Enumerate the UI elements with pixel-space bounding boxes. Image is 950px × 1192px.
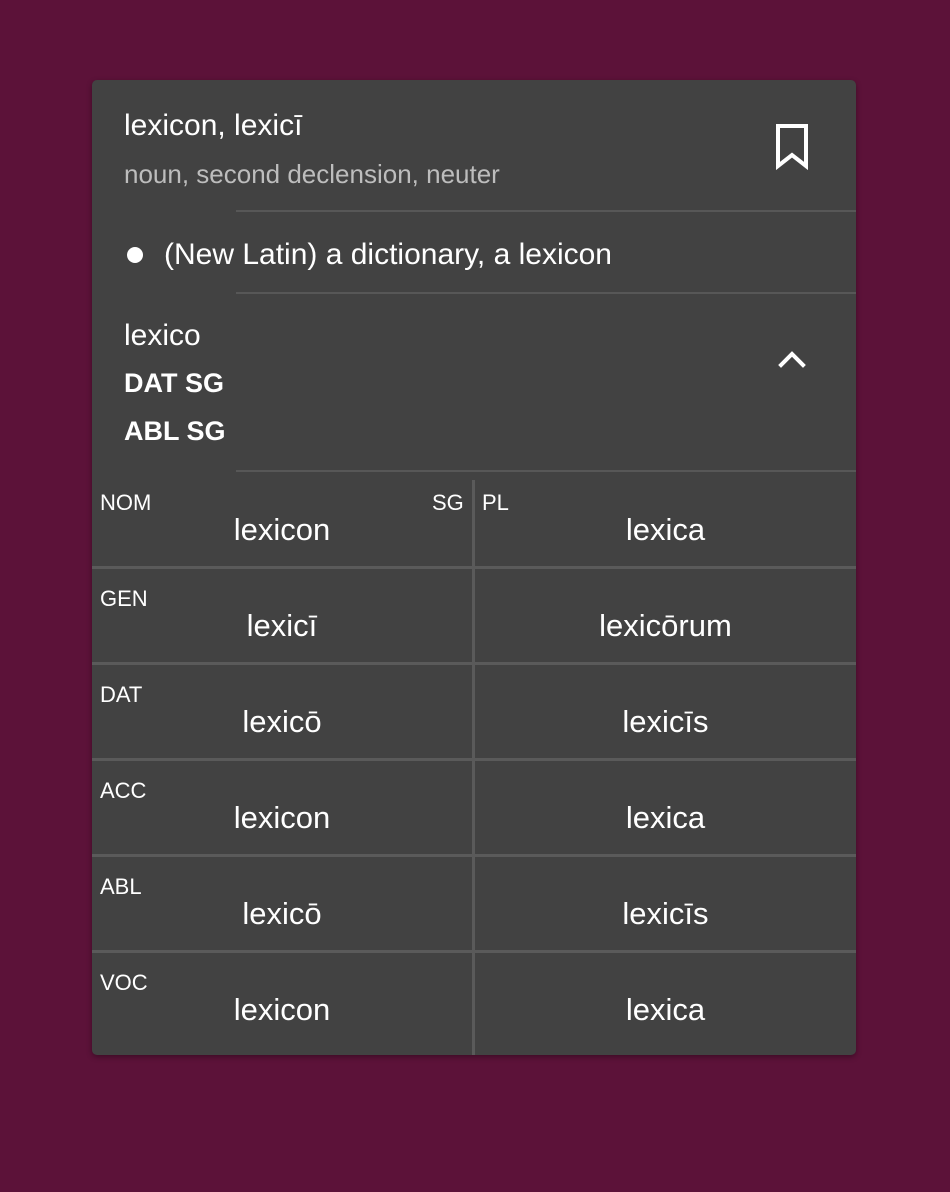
table-row: VOC lexicon lexica xyxy=(92,952,856,1046)
definition-item: (New Latin) a dictionary, a lexicon xyxy=(164,238,612,271)
bookmark-icon[interactable] xyxy=(772,122,812,171)
table-row: NOM SG PL lexicon lexica xyxy=(92,472,856,566)
entry-header: lexicon, lexicī noun, second declension,… xyxy=(92,80,856,211)
chevron-up-icon[interactable] xyxy=(772,341,812,377)
table-cell-sg: lexicō xyxy=(242,896,322,931)
headword: lexicon, lexicī xyxy=(124,109,303,142)
table-cell-pl: lexicīs xyxy=(622,896,709,931)
form-match-section[interactable]: lexico DAT SG ABL SG xyxy=(92,295,856,470)
dictionary-entry-card: lexicon, lexicī noun, second declension,… xyxy=(92,80,856,1055)
table-cell-pl: lexica xyxy=(625,992,706,1027)
divider xyxy=(236,210,856,212)
table-row: DAT lexicō lexicīs xyxy=(92,664,856,758)
form-word: lexico xyxy=(124,319,201,352)
table-cell-sg: lexicon xyxy=(233,992,331,1027)
table-cell-sg: lexicon xyxy=(233,512,331,547)
table-cell-sg: lexicī xyxy=(246,608,318,643)
table-cell-sg: lexicon xyxy=(233,800,331,835)
form-tag: DAT SG xyxy=(124,368,224,398)
table-cell-pl: lexica xyxy=(625,512,706,547)
bullet-icon xyxy=(127,247,143,263)
divider xyxy=(236,292,856,294)
definition-list: (New Latin) a dictionary, a lexicon xyxy=(92,213,856,293)
table-cell-sg: lexicō xyxy=(242,704,322,739)
table-cell-pl: lexicīs xyxy=(622,704,709,739)
table-cell-pl: lexica xyxy=(625,800,706,835)
declension-table: NOM SG PL lexicon lexica GEN lexicī lexi… xyxy=(92,472,856,1055)
form-tag: ABL SG xyxy=(124,416,226,446)
table-row: GEN lexicī lexicōrum xyxy=(92,568,856,662)
part-of-speech: noun, second declension, neuter xyxy=(124,159,500,189)
table-row: ABL lexicō lexicīs xyxy=(92,856,856,950)
table-cell-pl: lexicōrum xyxy=(599,608,732,643)
table-row: ACC lexicon lexica xyxy=(92,760,856,854)
